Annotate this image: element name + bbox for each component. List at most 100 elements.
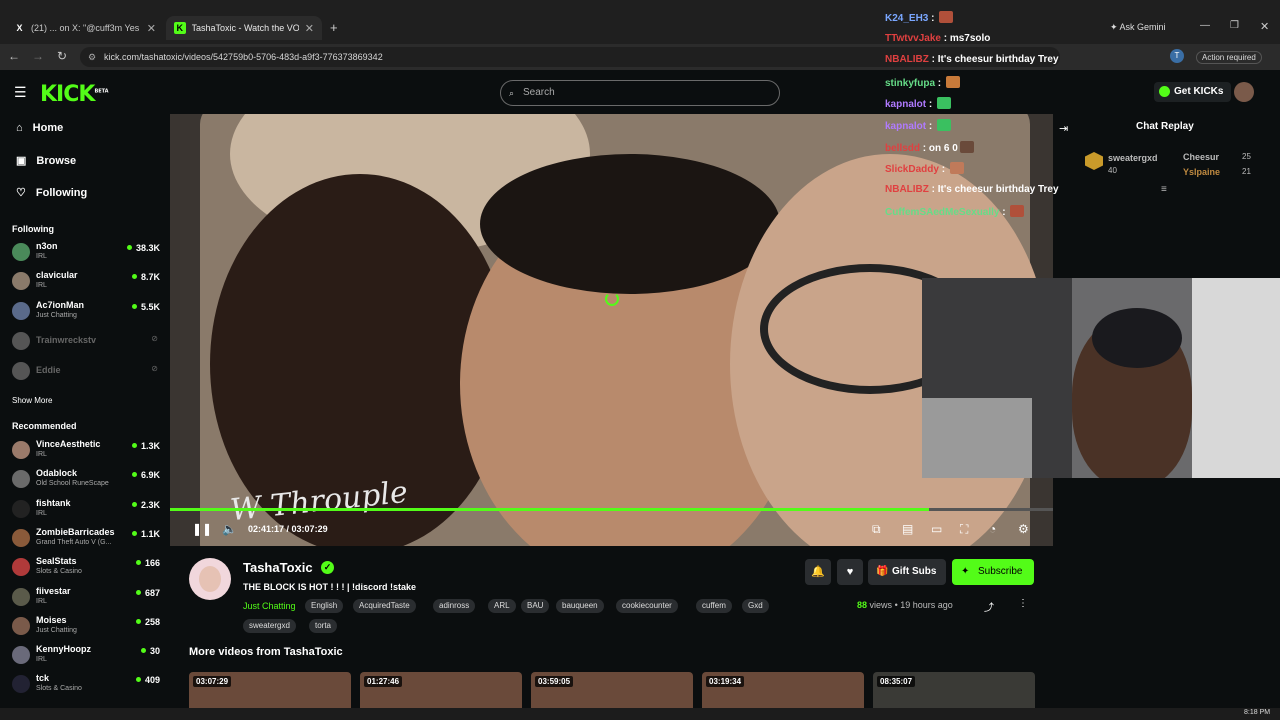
webcam-door bbox=[1192, 278, 1280, 478]
chat-username[interactable]: K24_EH3 bbox=[885, 13, 928, 24]
chat-username[interactable]: kapnalot bbox=[885, 121, 926, 132]
category-link[interactable]: Just Chatting bbox=[243, 601, 296, 611]
share-icon[interactable]: ⤴ bbox=[984, 599, 994, 614]
chat-username[interactable]: TTwtvvJake bbox=[885, 33, 941, 44]
tab-title: TashaToxic - Watch the VOD on bbox=[191, 23, 299, 33]
site-info-icon[interactable]: ⚙ bbox=[88, 47, 96, 67]
logo-text: KICK bbox=[40, 82, 95, 107]
maximize-icon[interactable]: ❐ bbox=[1230, 20, 1239, 31]
speed-icon[interactable]: ◔ bbox=[989, 522, 996, 536]
expand-leaderboard-icon[interactable]: ≡ bbox=[1161, 184, 1167, 195]
chat-username[interactable]: NBALIBZ bbox=[885, 54, 929, 65]
tag-chip[interactable]: sweatergxd bbox=[243, 619, 296, 633]
nav-browse[interactable]: ▣ Browse bbox=[16, 154, 76, 168]
ask-gemini-button[interactable]: ✦ Ask Gemini bbox=[1110, 22, 1166, 33]
sidebar-item-recommended[interactable]: fiivestar IRL 687 bbox=[12, 585, 162, 611]
sidebar-item-recommended[interactable]: fishtank IRL 2.3K bbox=[12, 497, 162, 523]
user-avatar[interactable] bbox=[1234, 82, 1254, 102]
miniplayer-icon[interactable]: ⧉ bbox=[872, 522, 881, 537]
gift-subs-button[interactable]: 🎁 Gift Subs bbox=[868, 559, 946, 585]
chat-username[interactable]: kapnalot bbox=[885, 99, 926, 110]
channel-avatar bbox=[12, 499, 30, 518]
close-tab-icon[interactable]: ✕ bbox=[305, 22, 314, 35]
sidebar-item-following[interactable]: Eddie ⊘ bbox=[12, 359, 162, 385]
clip-icon[interactable]: ▤ bbox=[902, 522, 913, 536]
tag-chip[interactable]: torta bbox=[309, 619, 338, 633]
sidebar-item-recommended[interactable]: VinceAesthetic IRL 1.3K bbox=[12, 438, 162, 464]
channel-category: IRL bbox=[36, 656, 47, 664]
nav-following[interactable]: ♡ Following bbox=[16, 186, 87, 200]
tag-chip[interactable]: BAU bbox=[521, 599, 550, 613]
nav-home[interactable]: ⌂ Home bbox=[16, 122, 63, 134]
forward-icon[interactable]: → bbox=[30, 49, 46, 63]
close-tab-icon[interactable]: ✕ bbox=[147, 22, 156, 35]
video-duration: 03:59:05 bbox=[535, 676, 574, 687]
tag-chip[interactable]: cookiecounter bbox=[616, 599, 678, 613]
channel-name[interactable]: TashaToxic bbox=[243, 560, 313, 575]
seek-bar[interactable] bbox=[170, 508, 1053, 511]
chat-username[interactable]: bellsdd bbox=[885, 143, 920, 154]
menu-icon[interactable]: ☰ bbox=[14, 84, 27, 101]
new-tab-icon[interactable]: + bbox=[330, 20, 338, 35]
nav-home-label: Home bbox=[32, 122, 64, 134]
tag-chip[interactable]: bauqueen bbox=[556, 599, 604, 613]
sidebar-item-recommended[interactable]: Moises Just Chatting 258 bbox=[12, 614, 162, 640]
sidebar-item-recommended[interactable]: KennyHoopz IRL 30 bbox=[12, 643, 162, 669]
sidebar-item-recommended[interactable]: SealStats Slots & Casino 166 bbox=[12, 555, 162, 581]
pause-icon[interactable]: ❚❚ bbox=[192, 522, 212, 536]
emote-icon bbox=[1010, 205, 1025, 218]
collapse-chat-icon[interactable]: ⇥ bbox=[1059, 122, 1068, 135]
tag-chip[interactable]: adinross bbox=[433, 599, 476, 613]
sidebar-item-recommended[interactable]: Odablock Old School RuneScape 6.9K bbox=[12, 467, 162, 493]
chat-username[interactable]: CuffemSAedMeSexually bbox=[885, 207, 999, 218]
video-thumbnail[interactable]: 03:59:05 bbox=[531, 672, 693, 712]
fullscreen-icon[interactable]: ⛶ bbox=[960, 522, 968, 537]
back-icon[interactable]: ← bbox=[6, 49, 22, 63]
video-thumbnail[interactable]: 03:07:29 bbox=[189, 672, 351, 712]
sidebar-item-recommended[interactable]: ZombieBarricades Grand Theft Auto V (G...… bbox=[12, 526, 162, 552]
show-more-link[interactable]: Show More bbox=[12, 396, 52, 405]
get-kicks-button[interactable]: Get KICKs bbox=[1154, 82, 1232, 102]
tag-chip[interactable]: AcquiredTaste bbox=[353, 599, 416, 613]
volume-icon[interactable]: 🔈 bbox=[222, 522, 237, 536]
video-thumbnail[interactable]: 08:35:07 bbox=[873, 672, 1035, 712]
sidebar-item-following[interactable]: Ac7ionMan Just Chatting 5.5K bbox=[12, 299, 162, 325]
action-required-button[interactable]: Action required bbox=[1196, 51, 1262, 64]
theater-mode-icon[interactable]: ▭ bbox=[931, 522, 942, 536]
kick-logo[interactable]: KICKBETA bbox=[40, 82, 109, 107]
search-placeholder: Search bbox=[523, 87, 555, 98]
video-thumbnail[interactable]: 03:19:34 bbox=[702, 672, 864, 712]
sidebar-item-following[interactable]: clavicular IRL 8.7K bbox=[12, 269, 162, 295]
sidebar-item-recommended[interactable]: tck Slots & Casino 409 bbox=[12, 672, 162, 698]
sidebar-item-following[interactable]: n3on IRL 38.3K bbox=[12, 240, 162, 266]
search-input[interactable]: ⌕ Search bbox=[500, 80, 780, 106]
more-options-icon[interactable]: ⋮ bbox=[1018, 598, 1028, 609]
minimize-icon[interactable]: — bbox=[1200, 20, 1210, 31]
reload-icon[interactable]: ↻ bbox=[54, 49, 70, 63]
kick-favicon-icon: K bbox=[174, 22, 186, 34]
viewer-count: 409 bbox=[136, 675, 160, 685]
tag-chip[interactable]: English bbox=[305, 599, 344, 613]
channel-avatar bbox=[12, 272, 30, 290]
sidebar-item-following[interactable]: Trainwreckstv ⊘ bbox=[12, 329, 162, 355]
follow-heart-button[interactable]: ♥ bbox=[837, 559, 863, 585]
tag-chip[interactable]: cuffem bbox=[696, 599, 732, 613]
views-label: views bbox=[869, 600, 893, 610]
chat-username[interactable]: stinkyfupa bbox=[885, 78, 935, 89]
channel-name: Moises bbox=[36, 614, 67, 625]
tag-chip[interactable]: Gxd bbox=[742, 599, 769, 613]
chat-username[interactable]: NBALIBZ bbox=[885, 184, 929, 195]
chat-username[interactable]: SlickDaddy bbox=[885, 164, 939, 175]
tag-chip[interactable]: ARL bbox=[488, 599, 516, 613]
address-bar-row: ← → ↻ ⚙ kick.com/tashatoxic/videos/54275… bbox=[0, 44, 1280, 70]
browser-tab-kick[interactable]: K TashaToxic - Watch the VOD on ✕ bbox=[166, 16, 322, 40]
notification-bell-button[interactable]: 🔔 bbox=[805, 559, 831, 585]
profile-avatar[interactable]: T bbox=[1170, 49, 1184, 63]
settings-gear-icon[interactable]: ⚙ bbox=[1018, 522, 1029, 536]
channel-avatar[interactable] bbox=[189, 558, 231, 600]
video-thumbnail[interactable]: 01:27:46 bbox=[360, 672, 522, 712]
subscribe-button[interactable]: ✦ Subscribe bbox=[952, 559, 1034, 585]
browser-tab-x[interactable]: X (21) ... on X: "@cuff3m Yes trey ✕ bbox=[6, 16, 164, 40]
close-window-icon[interactable]: ✕ bbox=[1260, 20, 1269, 33]
channel-avatar bbox=[12, 558, 30, 577]
